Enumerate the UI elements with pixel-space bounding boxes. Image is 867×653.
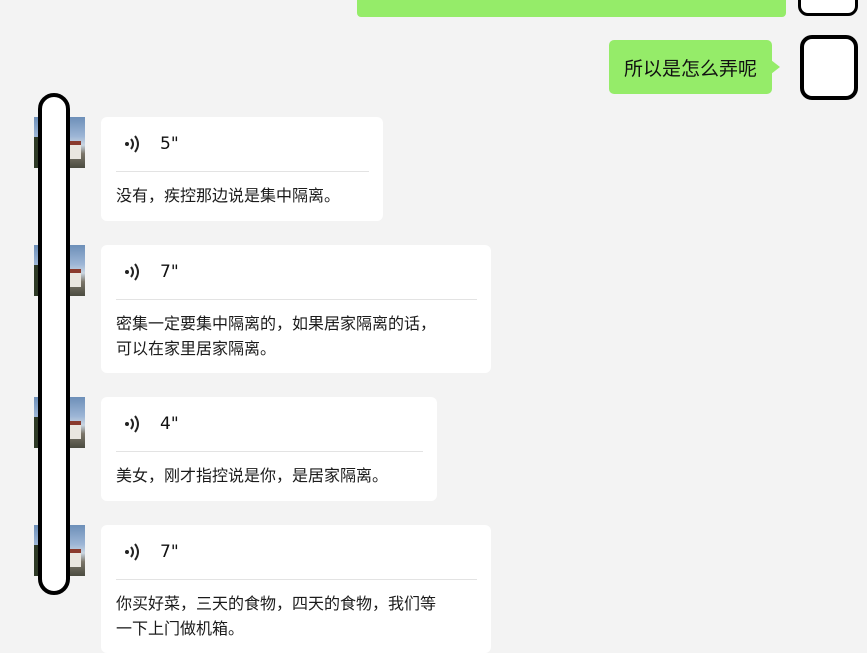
voice-player[interactable]: 7"	[116, 525, 477, 580]
voice-transcript: 密集一定要集中隔离的，如果居家隔离的话， 可以在家里居家隔离。	[116, 314, 437, 358]
voice-duration: 5"	[160, 134, 179, 154]
voice-duration: 4"	[160, 414, 179, 434]
voice-wave-icon	[125, 135, 139, 153]
voice-player[interactable]: 7"	[116, 245, 477, 300]
voice-wave-icon	[125, 415, 139, 433]
outgoing-message-text: 所以是怎么弄呢	[624, 57, 758, 80]
voice-transcript: 没有，疾控那边说是集中隔离。	[116, 186, 341, 205]
voice-wave-icon	[125, 263, 139, 281]
outgoing-message-partial[interactable]	[357, 0, 786, 17]
voice-transcript: 你买好菜，三天的食物，四天的食物，我们等 一下上门做机箱。	[116, 594, 437, 638]
voice-message-card[interactable]: 7" 你买好菜，三天的食物，四天的食物，我们等 一下上门做机箱。	[101, 525, 491, 653]
outgoing-message-bubble[interactable]: 所以是怎么弄呢	[609, 40, 781, 94]
voice-wave-icon	[125, 543, 139, 561]
voice-player[interactable]: 4"	[116, 397, 423, 452]
voice-duration: 7"	[160, 542, 179, 562]
voice-message-card[interactable]: 4" 美女，刚才指控说是你，是居家隔离。	[101, 397, 437, 501]
voice-message-card[interactable]: 5" 没有，疾控那边说是集中隔离。	[101, 117, 383, 221]
voice-message-card[interactable]: 7" 密集一定要集中隔离的，如果居家隔离的话， 可以在家里居家隔离。	[101, 245, 491, 373]
self-avatar-redacted[interactable]	[800, 35, 858, 100]
voice-player[interactable]: 5"	[116, 117, 369, 172]
voice-transcript: 美女，刚才指控说是你，是居家隔离。	[116, 466, 389, 485]
contact-name-redaction	[38, 93, 70, 595]
self-avatar-redacted[interactable]	[798, 0, 858, 16]
voice-duration: 7"	[160, 262, 179, 282]
